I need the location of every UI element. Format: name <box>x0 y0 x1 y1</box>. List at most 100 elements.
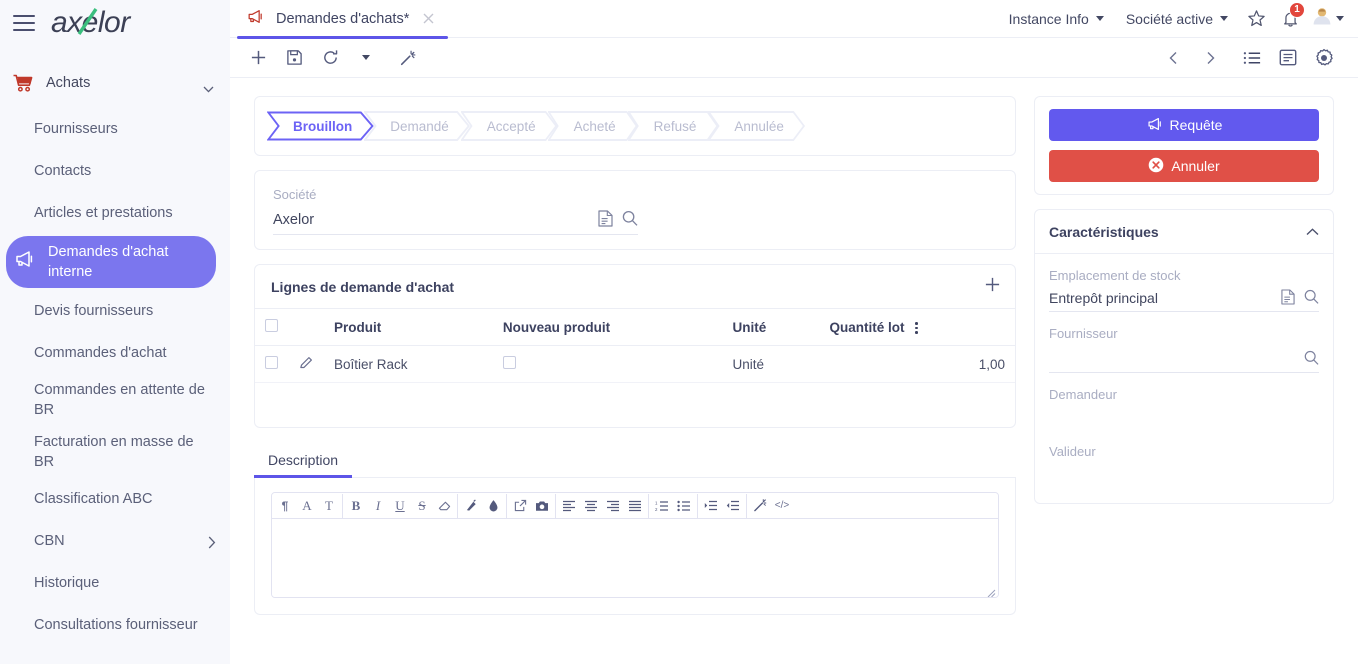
workflow-step-annulee[interactable]: Annulée <box>708 111 806 141</box>
chevron-down-icon[interactable] <box>203 80 214 93</box>
sidebar-item-consultations-fournisseur[interactable]: Consultations fournisseur <box>0 604 230 646</box>
workflow-step-refuse[interactable]: Refusé <box>627 111 719 141</box>
column-header-unite[interactable]: Unité <box>722 309 820 346</box>
refresh-button[interactable] <box>312 42 348 74</box>
company-field-value[interactable]: Axelor <box>273 212 598 228</box>
unordered-list-icon[interactable] <box>673 494 695 518</box>
company-field-row[interactable]: Axelor <box>273 210 638 235</box>
tab-label: Demandes d'achats* <box>276 10 410 27</box>
save-button[interactable] <box>276 42 312 74</box>
column-header-quantite-lot[interactable]: Quantité lot <box>819 309 1015 346</box>
sidebar-item-demandes-achat-interne[interactable]: Demandes d'achat interne <box>6 236 216 288</box>
field-row[interactable] <box>1049 408 1319 434</box>
list-view-button[interactable] <box>1234 42 1270 74</box>
axelor-logo[interactable]: axelor <box>51 6 130 40</box>
cancel-circle-icon <box>1148 157 1164 176</box>
bold-icon[interactable]: B <box>345 494 367 518</box>
workflow-step-accepte[interactable]: Accepté <box>460 111 558 141</box>
field-row[interactable] <box>1049 347 1319 373</box>
column-options-icon[interactable] <box>915 322 918 334</box>
sidebar-item-fournisseurs[interactable]: Fournisseurs <box>0 108 230 150</box>
next-record-button[interactable] <box>1192 42 1228 74</box>
add-line-button[interactable] <box>984 276 1001 298</box>
workflow-step-brouillon[interactable]: Brouillon <box>267 111 374 141</box>
indent-icon[interactable] <box>700 494 722 518</box>
document-icon[interactable] <box>1281 289 1295 305</box>
table-row[interactable]: Boîtier Rack Unité 1,00 <box>255 345 1015 383</box>
link-icon[interactable] <box>509 494 531 518</box>
cancel-button[interactable]: Annuler <box>1049 150 1319 182</box>
align-left-icon[interactable] <box>558 494 580 518</box>
row-select-checkbox[interactable] <box>265 356 278 369</box>
clear-format-icon[interactable] <box>749 494 771 518</box>
request-button[interactable]: Requête <box>1049 109 1319 141</box>
active-company-menu[interactable]: Société active <box>1115 11 1239 27</box>
underline-icon[interactable]: U <box>389 494 411 518</box>
field-row[interactable]: Entrepôt principal <box>1049 289 1319 312</box>
sidebar-item-facturation-masse-br[interactable]: Facturation en masse de BR <box>0 426 230 478</box>
lines-header: Lignes de demande d'achat <box>255 265 1015 309</box>
search-icon[interactable] <box>1304 289 1319 305</box>
code-icon[interactable]: </> <box>771 494 793 518</box>
pencil-icon[interactable] <box>299 357 314 373</box>
new-record-button[interactable] <box>240 42 276 74</box>
sidebar-item-contacts[interactable]: Contacts <box>0 150 230 192</box>
editor-divider <box>746 493 747 518</box>
hamburger-icon[interactable] <box>13 15 35 31</box>
document-icon[interactable] <box>598 210 613 227</box>
text-color-icon[interactable] <box>460 494 482 518</box>
tools-button[interactable] <box>390 42 426 74</box>
image-icon[interactable] <box>531 494 553 518</box>
italic-icon[interactable]: I <box>367 494 389 518</box>
characteristics-header[interactable]: Caractéristiques <box>1035 210 1333 254</box>
select-all-checkbox[interactable] <box>265 319 278 332</box>
sidebar-group-achats[interactable]: Achats <box>0 62 230 104</box>
eraser-icon[interactable] <box>433 494 455 518</box>
tab-description[interactable]: Description <box>254 442 353 478</box>
more-actions-button[interactable] <box>348 42 384 74</box>
form-view-button[interactable] <box>1270 42 1306 74</box>
close-icon[interactable] <box>421 11 436 26</box>
nouveau-produit-checkbox[interactable] <box>502 356 516 369</box>
font-size-icon[interactable]: A <box>296 494 318 518</box>
resize-handle-icon[interactable] <box>986 585 996 597</box>
bell-icon[interactable]: 1 <box>1273 0 1307 38</box>
workflow-step-achete[interactable]: Acheté <box>547 111 638 141</box>
cell-produit: Boîtier Rack <box>324 345 493 383</box>
sidebar-item-commandes-attente-br[interactable]: Commandes en attente de BR <box>0 374 230 426</box>
star-icon[interactable] <box>1239 0 1273 38</box>
user-menu[interactable] <box>1307 5 1350 32</box>
sidebar-item-devis-fournisseurs[interactable]: Devis fournisseurs <box>0 290 230 332</box>
background-color-icon[interactable] <box>482 494 504 518</box>
description-input[interactable] <box>272 519 998 597</box>
column-header-nouveau-produit[interactable]: Nouveau produit <box>492 309 723 346</box>
search-icon[interactable] <box>1304 350 1319 366</box>
sidebar-item-historique[interactable]: Historique <box>0 562 230 604</box>
text-style-icon[interactable]: T <box>318 494 340 518</box>
lines-table-empty-space <box>255 383 1015 427</box>
sidebar-item-cbn[interactable]: CBN <box>0 520 230 562</box>
gear-icon[interactable] <box>1306 42 1342 74</box>
strikethrough-icon[interactable]: S <box>411 494 433 518</box>
description-tab-panel: ¶ A T B I U S 1 2 </> <box>254 478 1016 615</box>
field-row[interactable] <box>1049 465 1319 481</box>
search-icon[interactable] <box>622 210 638 227</box>
sidebar-item-classification-abc[interactable]: Classification ABC <box>0 478 230 520</box>
sidebar-item-commandes-achat[interactable]: Commandes d'achat <box>0 332 230 374</box>
workflow-step-demande[interactable]: Demandé <box>364 111 471 141</box>
sidebar-item-articles-et-prestations[interactable]: Articles et prestations <box>0 192 230 234</box>
align-center-icon[interactable] <box>580 494 602 518</box>
field-value[interactable]: Entrepôt principal <box>1049 290 1281 306</box>
tab-demandes-achats[interactable]: Demandes d'achats* <box>230 0 450 39</box>
paragraph-icon[interactable]: ¶ <box>274 494 296 518</box>
align-justify-icon[interactable] <box>624 494 646 518</box>
instance-info-menu[interactable]: Instance Info <box>998 11 1115 27</box>
prev-record-button[interactable] <box>1156 42 1192 74</box>
purchase-request-lines-card: Lignes de demande d'achat Produit Nouvea… <box>254 264 1016 428</box>
column-header-produit[interactable]: Produit <box>324 309 493 346</box>
company-field-label: Société <box>273 187 317 202</box>
outdent-icon[interactable] <box>722 494 744 518</box>
align-right-icon[interactable] <box>602 494 624 518</box>
chevron-up-icon[interactable] <box>1306 223 1319 241</box>
ordered-list-icon[interactable]: 1 2 <box>651 494 673 518</box>
